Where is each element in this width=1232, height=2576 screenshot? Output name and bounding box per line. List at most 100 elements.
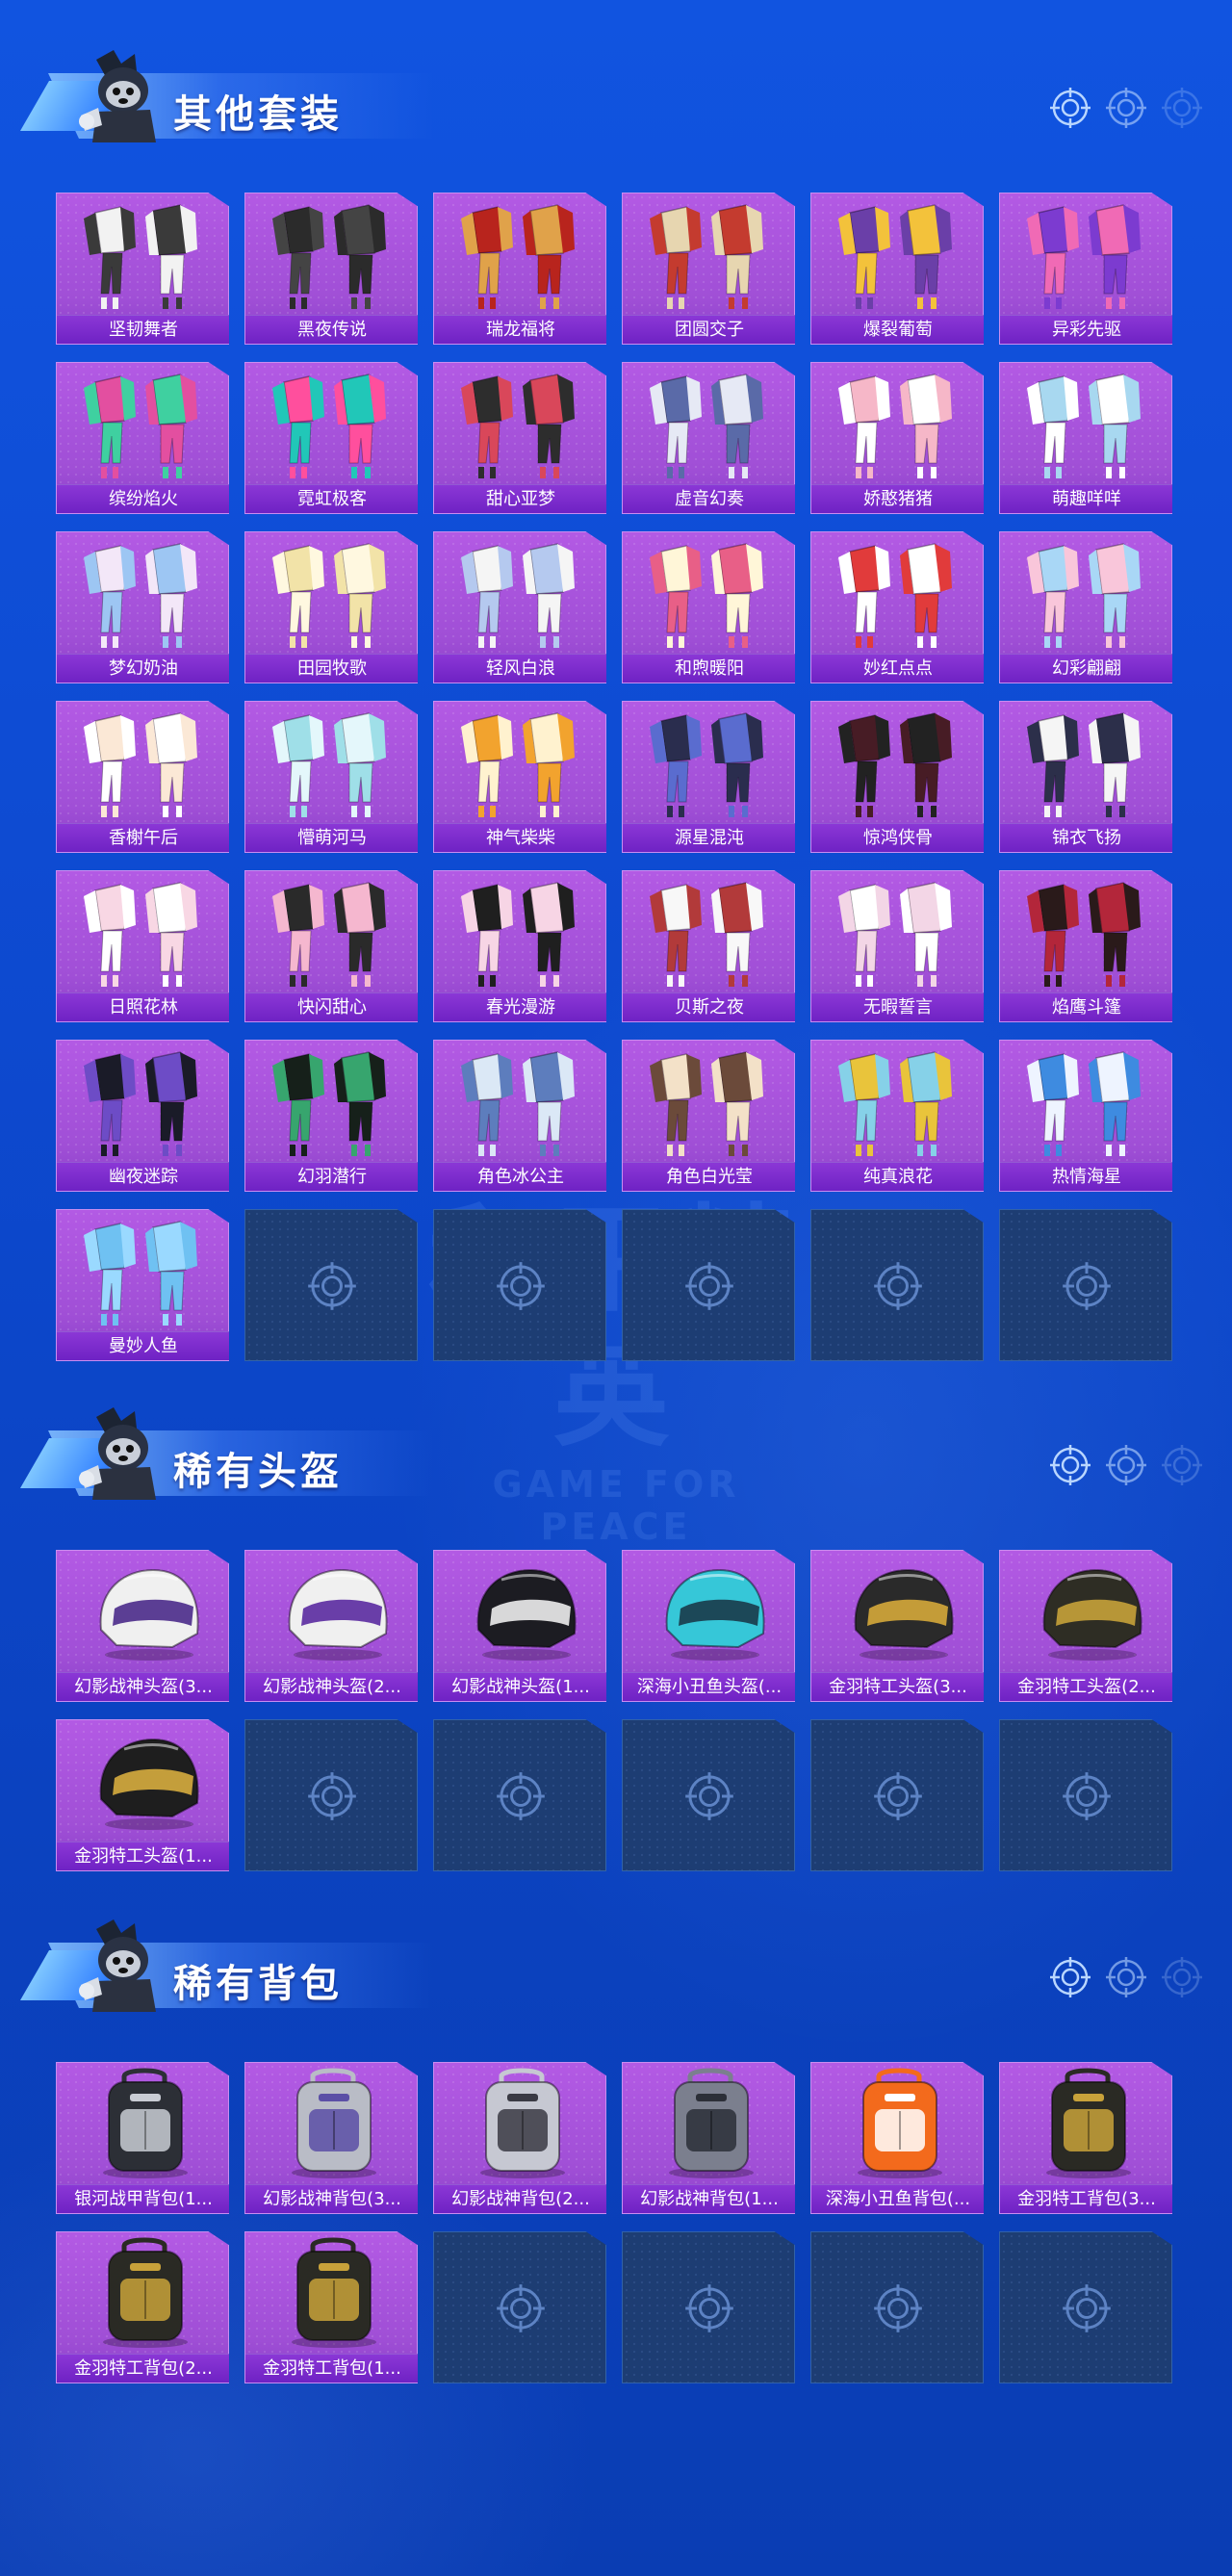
item-card[interactable]: 萌趣咩咩 xyxy=(999,362,1172,514)
item-card[interactable]: 金羽特工头盔(2... xyxy=(999,1550,1172,1702)
item-name: 金羽特工头盔(2... xyxy=(1000,1672,1172,1701)
item-card[interactable]: 缤纷焰火 xyxy=(56,362,229,514)
item-card[interactable]: 异彩先驱 xyxy=(999,193,1172,345)
section-header: 其他套装 xyxy=(19,48,1203,154)
item-name: 异彩先驱 xyxy=(1000,315,1172,344)
empty-slot xyxy=(810,1209,984,1361)
item-card[interactable]: 金羽特工背包(3... xyxy=(999,2062,1172,2214)
item-card[interactable]: 春光漫游 xyxy=(433,870,606,1022)
empty-slot-reticle-icon xyxy=(685,1772,733,1820)
empty-slot xyxy=(433,1719,606,1871)
section-title: 其他套装 xyxy=(173,92,343,137)
empty-slot-reticle-icon xyxy=(497,2284,545,2332)
item-name: 曼妙人鱼 xyxy=(57,1331,229,1360)
outfit-thumbnail xyxy=(838,712,952,817)
item-card[interactable]: 快闪甜心 xyxy=(244,870,418,1022)
item-card[interactable]: 焰鹰斗篷 xyxy=(999,870,1172,1022)
outfit-thumbnail xyxy=(272,882,386,987)
item-card[interactable]: 甜心亚梦 xyxy=(433,362,606,514)
item-card[interactable]: 金羽特工头盔(1... xyxy=(56,1719,229,1871)
item-card[interactable]: 爆裂葡萄 xyxy=(810,193,984,345)
item-name: 幻影战神头盔(2... xyxy=(245,1672,418,1701)
item-name: 幻影战神背包(3... xyxy=(245,2184,418,2213)
item-name: 霓虹极客 xyxy=(245,484,418,513)
item-card[interactable]: 幻影战神头盔(2... xyxy=(244,1550,418,1702)
item-card[interactable]: 和煦暖阳 xyxy=(622,531,795,683)
item-card[interactable]: 香榭午后 xyxy=(56,701,229,853)
item-name: 焰鹰斗篷 xyxy=(1000,992,1172,1021)
item-name: 银河战甲背包(1... xyxy=(57,2184,229,2213)
item-card[interactable]: 虚音幻奏 xyxy=(622,362,795,514)
item-card[interactable]: 幻羽潜行 xyxy=(244,1040,418,1192)
item-name: 妙红点点 xyxy=(811,654,984,683)
backpack-thumbnail xyxy=(103,2237,188,2348)
item-card[interactable]: 热情海星 xyxy=(999,1040,1172,1192)
item-card[interactable]: 幻影战神背包(1... xyxy=(622,2062,795,2214)
item-card[interactable]: 梦幻奶油 xyxy=(56,531,229,683)
helmet-thumbnail xyxy=(1042,1568,1142,1661)
item-card[interactable]: 黑夜传说 xyxy=(244,193,418,345)
item-card[interactable]: 轻风白浪 xyxy=(433,531,606,683)
decorative-reticles xyxy=(1049,1956,1203,1998)
item-card[interactable]: 幽夜迷踪 xyxy=(56,1040,229,1192)
outfit-thumbnail xyxy=(272,1051,386,1156)
item-name: 深海小丑鱼头盔(... xyxy=(623,1672,795,1701)
item-card[interactable]: 幻影战神背包(2... xyxy=(433,2062,606,2214)
item-name: 娇憨猪猪 xyxy=(811,484,984,513)
item-card[interactable]: 金羽特工头盔(3... xyxy=(810,1550,984,1702)
empty-slot xyxy=(810,1719,984,1871)
item-name: 幻影战神头盔(3... xyxy=(57,1672,229,1701)
empty-slot xyxy=(999,1209,1172,1361)
item-card[interactable]: 日照花林 xyxy=(56,870,229,1022)
outfit-thumbnail xyxy=(650,712,763,817)
outfit-thumbnail xyxy=(461,543,575,648)
item-card[interactable]: 懵萌河马 xyxy=(244,701,418,853)
item-name: 虚音幻奏 xyxy=(623,484,795,513)
item-card[interactable]: 贝斯之夜 xyxy=(622,870,795,1022)
item-card[interactable]: 银河战甲背包(1... xyxy=(56,2062,229,2214)
item-name: 幻影战神头盔(1... xyxy=(434,1672,606,1701)
item-name: 金羽特工背包(1... xyxy=(245,2354,418,2383)
empty-slot-reticle-icon xyxy=(874,1262,922,1310)
item-card[interactable]: 深海小丑鱼背包(... xyxy=(810,2062,984,2214)
empty-slot-reticle-icon xyxy=(497,1772,545,1820)
item-card[interactable]: 金羽特工背包(1... xyxy=(244,2231,418,2383)
item-card[interactable]: 幻影战神头盔(1... xyxy=(433,1550,606,1702)
outfit-thumbnail xyxy=(1027,543,1141,648)
item-name: 纯真浪花 xyxy=(811,1162,984,1191)
outfit-thumbnail xyxy=(461,882,575,987)
item-card[interactable]: 瑞龙福将 xyxy=(433,193,606,345)
mascot-icon xyxy=(67,1918,173,2014)
item-name: 幻羽潜行 xyxy=(245,1162,418,1191)
item-name: 轻风白浪 xyxy=(434,654,606,683)
item-card[interactable]: 角色冰公主 xyxy=(433,1040,606,1192)
item-card[interactable]: 团圆交子 xyxy=(622,193,795,345)
outfit-thumbnail xyxy=(84,204,197,309)
outfit-thumbnail xyxy=(272,543,386,648)
section-title: 稀有头盔 xyxy=(173,1450,343,1494)
item-name: 爆裂葡萄 xyxy=(811,315,984,344)
item-card[interactable]: 金羽特工背包(2... xyxy=(56,2231,229,2383)
helmet-thumbnail xyxy=(288,1568,388,1661)
item-name: 团圆交子 xyxy=(623,315,795,344)
item-card[interactable]: 田园牧歌 xyxy=(244,531,418,683)
item-card[interactable]: 惊鸿侠骨 xyxy=(810,701,984,853)
item-card[interactable]: 幻影战神头盔(3... xyxy=(56,1550,229,1702)
outfit-thumbnail xyxy=(461,204,575,309)
item-card[interactable]: 源星混沌 xyxy=(622,701,795,853)
item-card[interactable]: 娇憨猪猪 xyxy=(810,362,984,514)
item-card[interactable]: 幻彩翩翩 xyxy=(999,531,1172,683)
item-card[interactable]: 锦衣飞扬 xyxy=(999,701,1172,853)
item-name: 坚韧舞者 xyxy=(57,315,229,344)
item-card[interactable]: 幻影战神背包(3... xyxy=(244,2062,418,2214)
item-card[interactable]: 无暇誓言 xyxy=(810,870,984,1022)
item-card[interactable]: 妙红点点 xyxy=(810,531,984,683)
item-card[interactable]: 纯真浪花 xyxy=(810,1040,984,1192)
section-title: 稀有背包 xyxy=(173,1962,343,2006)
item-card[interactable]: 曼妙人鱼 xyxy=(56,1209,229,1361)
item-card[interactable]: 深海小丑鱼头盔(... xyxy=(622,1550,795,1702)
item-card[interactable]: 神气柴柴 xyxy=(433,701,606,853)
item-card[interactable]: 坚韧舞者 xyxy=(56,193,229,345)
item-card[interactable]: 霓虹极客 xyxy=(244,362,418,514)
item-card[interactable]: 角色白光莹 xyxy=(622,1040,795,1192)
